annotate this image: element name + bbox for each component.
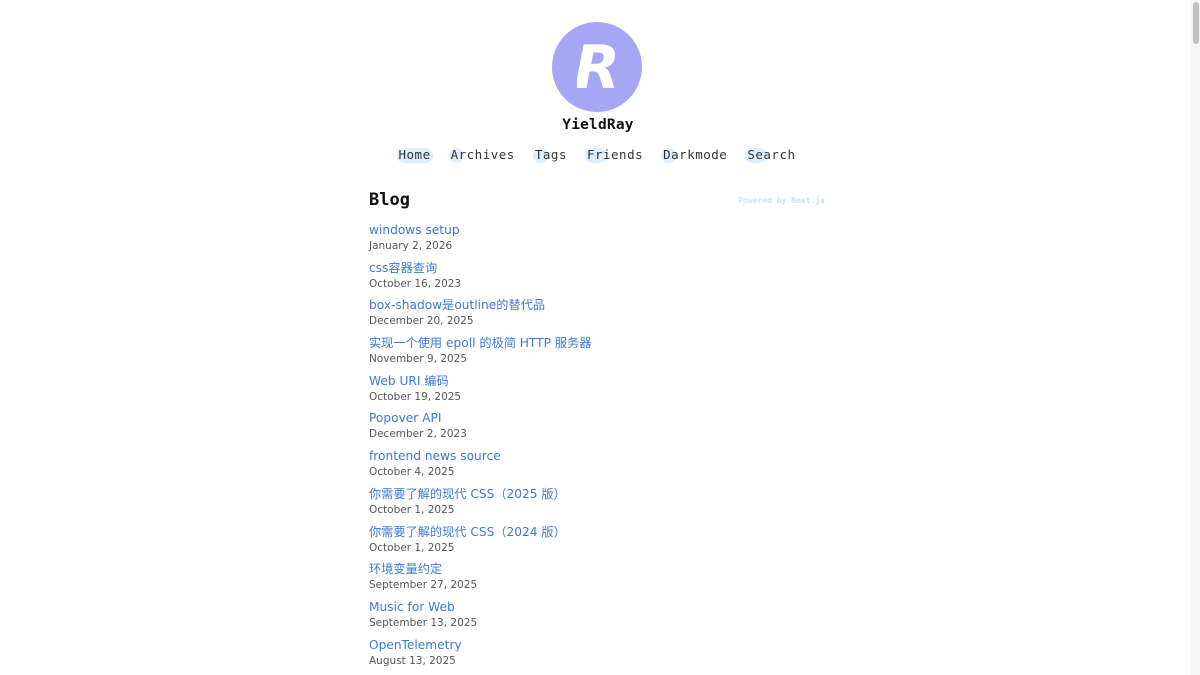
post-item: css容器查询 October 16, 2023	[369, 261, 829, 299]
post-date: October 19, 2025	[369, 390, 462, 403]
post-title-link[interactable]: frontend news source	[369, 449, 829, 464]
post-date: October 16, 2023	[369, 277, 462, 290]
post-title-link[interactable]: windows setup	[369, 223, 829, 238]
nav-item-label: Friends	[586, 147, 644, 162]
nav-item-label: Archives	[450, 147, 515, 162]
post-item: windows setup January 2, 2026	[369, 223, 829, 261]
post-title-link[interactable]: 你需要了解的现代 CSS（2024 版）	[369, 525, 829, 540]
avatar-letter-logo: R	[577, 39, 617, 95]
post-title-link[interactable]: css容器查询	[369, 261, 829, 276]
powered-by-note: Powered by Next.js	[738, 196, 825, 205]
post-item: box-shadow是outline的替代品 December 20, 2025	[369, 298, 829, 336]
post-date: September 27, 2025	[369, 579, 478, 592]
nav-item-search[interactable]: Search	[745, 146, 797, 163]
nav-item-archives[interactable]: Archives	[448, 146, 517, 163]
post-date: October 1, 2025	[369, 503, 455, 516]
post-item: Popover API December 2, 2023	[369, 411, 829, 449]
nav-item-label: Home	[398, 147, 431, 162]
post-title-link[interactable]: 环境变量约定	[369, 562, 829, 577]
nav-item-darkmode[interactable]: Darkmode	[661, 146, 729, 163]
post-item: 你需要了解的现代 CSS（2024 版） October 1, 2025	[369, 525, 829, 563]
post-item: Music for Web September 13, 2025	[369, 600, 829, 638]
post-date: January 2, 2026	[369, 240, 453, 252]
post-item: 你需要了解的现代 CSS（2025 版） October 1, 2025	[369, 487, 829, 525]
page: R YieldRay Home Archives Tags Friends	[0, 0, 1200, 675]
post-title-link[interactable]: OpenTelemetry	[369, 638, 829, 653]
vertical-scrollbar[interactable]	[1191, 0, 1200, 675]
site-title[interactable]: YieldRay	[0, 117, 1196, 133]
nav-item-home[interactable]: Home	[396, 146, 433, 163]
nav-item-label: Tags	[534, 147, 567, 162]
post-title-link[interactable]: box-shadow是outline的替代品	[369, 298, 829, 313]
post-date: September 13, 2025	[369, 616, 478, 629]
post-title-link[interactable]: 你需要了解的现代 CSS（2025 版）	[369, 487, 829, 502]
powered-by-link[interactable]: Next.js	[791, 196, 825, 205]
nav-item-label: Search	[747, 147, 796, 162]
post-item: Web URI 编码 October 19, 2025	[369, 374, 829, 412]
nav-item-tags[interactable]: Tags	[532, 146, 569, 163]
nav-item-label: Darkmode	[663, 147, 728, 162]
post-item: OpenTelemetry August 13, 2025	[369, 638, 829, 675]
post-date: October 1, 2025	[369, 541, 455, 554]
powered-by-text: Powered by	[738, 196, 792, 205]
post-date: October 4, 2025	[369, 466, 455, 479]
post-title-link[interactable]: Music for Web	[369, 600, 829, 615]
post-date: August 13, 2025	[369, 654, 456, 667]
post-item: frontend news source October 4, 2025	[369, 449, 829, 487]
post-title-link[interactable]: 实现一个使用 epoll 的极简 HTTP 服务器	[369, 336, 829, 351]
nav-item-friends[interactable]: Friends	[584, 146, 645, 163]
post-title-link[interactable]: Popover API	[369, 411, 829, 426]
post-date: November 9, 2025	[369, 353, 468, 366]
scrollbar-thumb[interactable]	[1193, 2, 1199, 44]
post-date: December 2, 2023	[369, 428, 467, 441]
svg-text:R: R	[577, 39, 617, 95]
avatar[interactable]: R	[552, 22, 642, 112]
main-content: Blog Powered by Next.js windows setup Ja…	[369, 188, 829, 675]
post-date: December 20, 2025	[369, 315, 474, 328]
post-item: 实现一个使用 epoll 的极简 HTTP 服务器 November 9, 20…	[369, 336, 829, 374]
post-item: 环境变量约定 September 27, 2025	[369, 562, 829, 600]
post-title-link[interactable]: Web URI 编码	[369, 374, 829, 389]
post-list: windows setup January 2, 2026 css容器查询 Oc…	[369, 223, 829, 675]
main-nav: Home Archives Tags Friends Darkmode Sear…	[0, 146, 1194, 163]
